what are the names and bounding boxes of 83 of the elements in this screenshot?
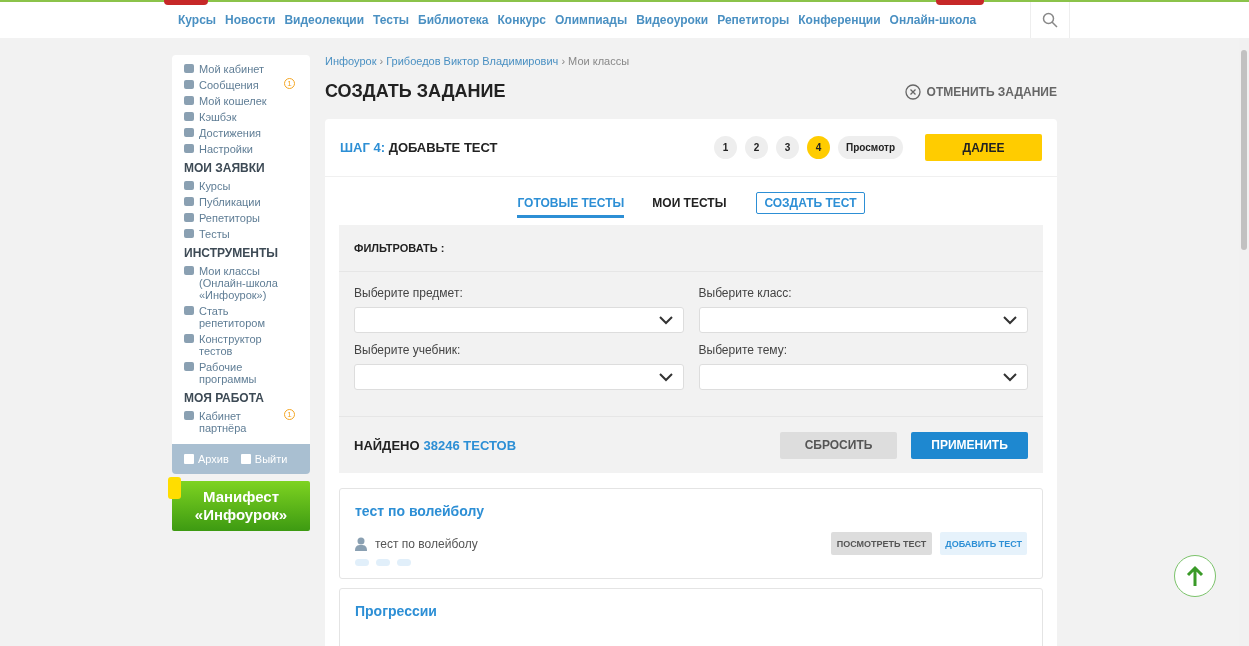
- menu-item-icon: [184, 334, 194, 343]
- sidebar-link[interactable]: Тесты: [199, 228, 279, 240]
- sidebar-link[interactable]: Мой кошелек: [199, 95, 279, 107]
- field-label: Выберите тему:: [698, 343, 789, 357]
- close-icon: [904, 83, 921, 100]
- sidebar-link[interactable]: Сообщения: [199, 79, 279, 91]
- footer-icon: [240, 454, 251, 464]
- nav-link[interactable]: Видеоуроки: [636, 13, 709, 27]
- sidebar-link[interactable]: Достижения: [199, 127, 279, 139]
- nav-link[interactable]: Конференции: [798, 13, 881, 27]
- test-author: тест по волейболу: [375, 536, 479, 551]
- select-field[interactable]: [698, 364, 1028, 390]
- breadcrumb-link[interactable]: Грибоедов Виктор Владимирович: [386, 55, 559, 67]
- nav-link[interactable]: Конкурс: [497, 13, 546, 27]
- nav-link[interactable]: Репетиторы: [717, 13, 790, 27]
- nav-link[interactable]: Онлайн-школа: [889, 13, 977, 27]
- breadcrumb-separator: ›: [379, 55, 384, 67]
- arrow-up-icon: [1186, 565, 1204, 587]
- search-icon[interactable]: [1042, 12, 1058, 28]
- step-indicator[interactable]: 2: [745, 136, 769, 159]
- sidebar-link[interactable]: Конструктор тестов: [199, 333, 279, 357]
- sidebar-link[interactable]: Стать репетитором: [199, 305, 279, 329]
- tag-pill: [355, 559, 369, 566]
- field-label: Выберите учебник:: [354, 343, 462, 357]
- breadcrumb-separator: ›: [561, 55, 566, 67]
- sidebar-link[interactable]: Рабочие программы: [199, 361, 279, 385]
- sidebar-heading: МОЯ РАБОТА: [184, 391, 265, 405]
- sidebar-link[interactable]: Курсы: [199, 180, 279, 192]
- menu-item-icon: [184, 266, 194, 275]
- filter-title: ФИЛЬТРОВАТЬ :: [354, 242, 445, 254]
- nav-link[interactable]: Тесты: [373, 13, 410, 27]
- sidebar-link[interactable]: Мои классы (Онлайн-школа «Инфоурок»): [199, 265, 279, 301]
- field-label: Выберите класс:: [698, 286, 793, 300]
- select-field[interactable]: [698, 307, 1028, 333]
- reset-button[interactable]: СБРОСИТЬ: [780, 431, 897, 459]
- breadcrumb-link[interactable]: Инфоурок: [325, 55, 377, 67]
- sidebar-link[interactable]: Настройки: [199, 143, 279, 155]
- add-test-button[interactable]: ДОБАВИТЬ ТЕСТ: [940, 532, 1027, 555]
- sidebar-link[interactable]: Репетиторы: [199, 212, 279, 224]
- nav-link[interactable]: Видеолекции: [284, 13, 365, 27]
- create-test-button[interactable]: СОЗДАТЬ ТЕСТ: [756, 192, 865, 214]
- sidebar-heading: МОИ ЗАЯВКИ: [184, 161, 266, 175]
- step-title: ШАГ 4: ДОБАВЬТЕ ТЕСТ: [340, 140, 499, 155]
- test-title[interactable]: Прогрессии: [355, 603, 1027, 619]
- apply-button[interactable]: ПРИМЕНИТЬ: [911, 431, 1028, 459]
- tab[interactable]: МОИ ТЕСТЫ: [652, 188, 727, 218]
- test-title[interactable]: тест по волейболу: [355, 503, 1027, 519]
- tag-pill: [397, 559, 411, 566]
- select-field[interactable]: [354, 364, 684, 390]
- select-field[interactable]: [354, 307, 684, 333]
- menu-item-icon: [184, 306, 194, 315]
- chevron-down-icon: [658, 372, 673, 382]
- tab[interactable]: ГОТОВЫЕ ТЕСТЫ: [517, 188, 625, 218]
- sidebar-link[interactable]: Кэшбэк: [199, 111, 279, 123]
- found-label: НАЙДЕНО: [354, 437, 420, 453]
- footer-icon: [184, 454, 194, 464]
- sidebar-link[interactable]: Мой кабинет: [199, 63, 279, 75]
- step-indicator[interactable]: 1: [714, 136, 738, 159]
- sidebar-link[interactable]: Кабинет партнёра: [199, 410, 279, 434]
- field-label: Выберите предмет:: [354, 286, 464, 300]
- nav-link[interactable]: Библиотека: [418, 13, 489, 27]
- menu-item-icon: [184, 362, 194, 371]
- scroll-top-button[interactable]: [1174, 555, 1216, 597]
- tag-pill: [376, 559, 390, 566]
- step-indicator[interactable]: Просмотр: [838, 136, 903, 159]
- user-icon: [355, 536, 367, 551]
- nav-link[interactable]: Курсы: [178, 13, 217, 27]
- page-title: СОЗДАТЬ ЗАДАНИЕ: [325, 81, 506, 102]
- breadcrumb-current: Мои классы: [568, 55, 630, 67]
- nav-link[interactable]: Новости: [225, 13, 276, 27]
- next-button[interactable]: ДАЛЕЕ: [925, 134, 1042, 161]
- sidebar-link[interactable]: Публикации: [199, 196, 279, 208]
- view-test-button[interactable]: ПОСМОТРЕТЬ ТЕСТ: [830, 532, 933, 555]
- chevron-down-icon: [658, 315, 673, 325]
- sidebar-heading: ИНСТРУМЕНТЫ: [184, 246, 280, 260]
- menu-item-icon: [184, 411, 194, 420]
- nav-link[interactable]: Олимпиады: [554, 13, 628, 27]
- step-indicator[interactable]: 4: [807, 136, 831, 159]
- cancel-button[interactable]: ОТМЕНИТЬ ЗАДАНИЕ: [904, 83, 1057, 100]
- chevron-down-icon: [1003, 372, 1017, 382]
- chevron-down-icon: [1003, 315, 1017, 325]
- found-count: 38246 ТЕСТОВ: [423, 437, 517, 453]
- step-indicator[interactable]: 3: [776, 136, 800, 159]
